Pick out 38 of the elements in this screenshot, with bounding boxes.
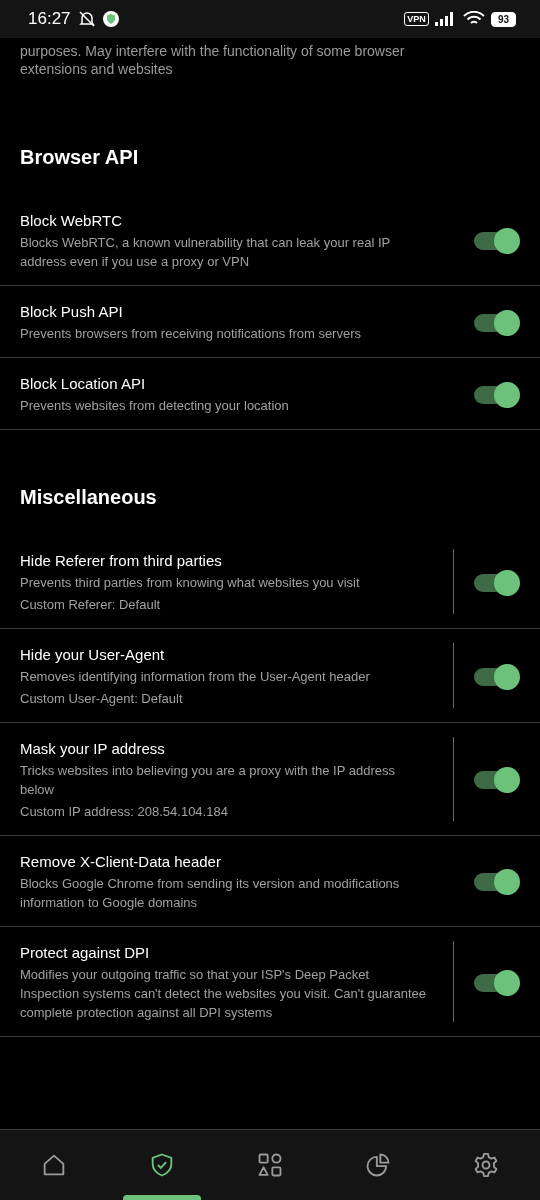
shield-icon	[102, 11, 119, 27]
setting-description: Blocks WebRTC, a known vulnerability that can leak your real IP address even if you use a proxy or VPN	[20, 234, 391, 271]
setting-description: Modifies your outgoing traffic so that your ISP's Deep Packet Inspection systems can't detect the websites you visit. Can't guarantee complete protection against all DPI systems	[20, 966, 427, 1022]
toggle-switch[interactable]	[474, 309, 518, 334]
section-heading: Miscellaneous	[19, 486, 158, 509]
setting-title: Hide Referer from third parties	[20, 551, 223, 571]
toggle-switch[interactable]	[474, 767, 518, 791]
setting-title: Protect against DPI	[20, 943, 151, 963]
setting-description: Removes identifying information from the User-Agent header	[20, 668, 371, 686]
setting-title: Mask your IP address	[20, 739, 166, 759]
toggle-switch[interactable]	[474, 663, 518, 688]
setting-title: Remove X-Client-Data header	[20, 852, 222, 872]
toggle-switch[interactable]	[474, 228, 518, 252]
status-time: 16:27	[28, 9, 71, 29]
vpn-indicator: VPN	[404, 12, 429, 26]
setting-value[interactable]: Custom User-Agent: Default	[20, 689, 429, 708]
setting-description: purposes. May interfere with the functionality of some browser extensions and websites	[19, 42, 406, 78]
setting-description: Prevents browsers from receiving notifications from servers	[20, 325, 362, 343]
mute-icon	[76, 10, 97, 28]
shapes-icon	[256, 1151, 284, 1179]
setting-title: Block Push API	[20, 302, 124, 322]
settings-icon	[472, 1151, 500, 1179]
toggle-switch[interactable]	[474, 969, 518, 994]
setting-description: Prevents third parties from knowing what websites you visit	[20, 574, 361, 592]
setting-description: Blocks Google Chrome from sending its version and modifications information to Google domains	[20, 875, 401, 912]
setting-description: Tricks websites into believing you are a proxy with the IP address below	[20, 762, 396, 799]
toggle-switch[interactable]	[474, 569, 518, 594]
pie-chart-icon	[364, 1151, 392, 1179]
setting-title: Hide your User-Agent	[20, 645, 166, 665]
setting-value[interactable]: Custom Referer: Default	[20, 595, 429, 614]
toggle-switch[interactable]	[474, 381, 518, 406]
setting-title: Block WebRTC	[20, 211, 123, 231]
section-heading: Browser API	[19, 146, 140, 169]
toggle-switch[interactable]	[474, 869, 518, 893]
setting-description: Prevents websites from detecting your location	[20, 397, 290, 415]
battery-level: 93	[490, 11, 516, 27]
setting-title: Block Location API	[20, 374, 147, 394]
setting-value[interactable]: Custom IP address: 208.54.104.184	[20, 802, 429, 821]
